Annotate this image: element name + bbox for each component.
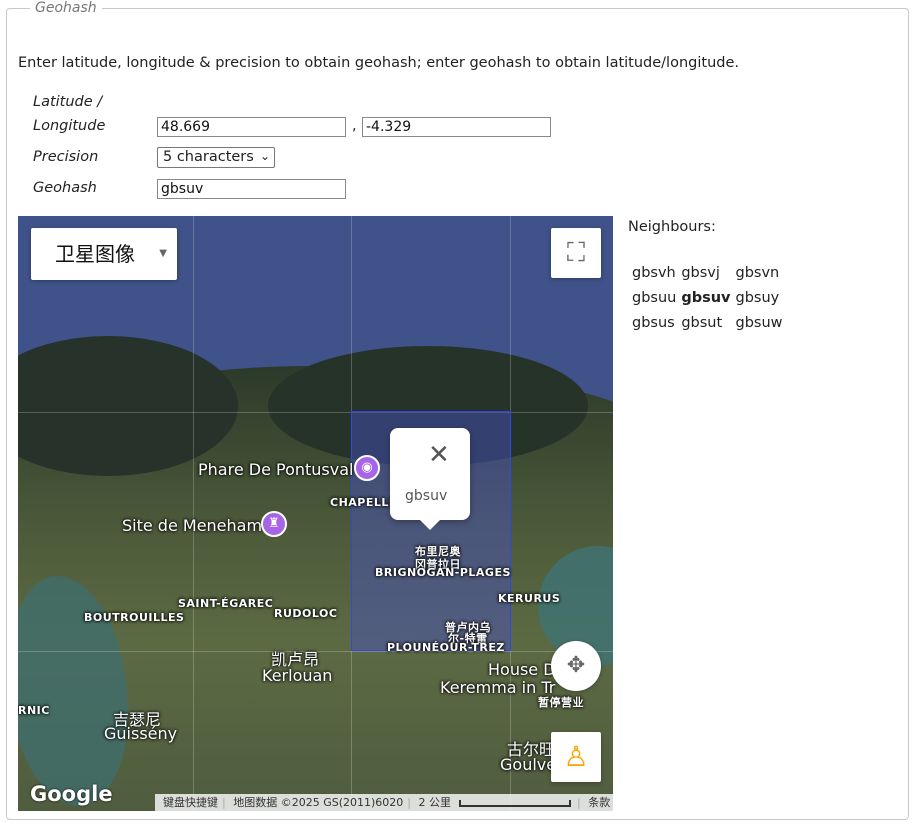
longitude-input[interactable]: -4.329 [362, 117, 551, 137]
caret-down-icon: ▼ [159, 248, 167, 259]
map-label-kerurus: KERURUS [498, 592, 561, 605]
neighbour-nw[interactable]: gbsvh [631, 265, 677, 281]
latlon-label-line1: Latitude / [33, 94, 103, 110]
map-type-label: 卫星图像 [55, 242, 135, 266]
fullscreen-button[interactable]: ⛶ [551, 228, 601, 278]
neighbour-center: gbsuv [681, 290, 731, 306]
latlon-separator: , [352, 118, 357, 134]
terms-link[interactable]: 条款 [584, 796, 613, 809]
map-label-guisseny: Guissény [104, 724, 178, 743]
grid-line [193, 216, 194, 811]
street-view-pegman[interactable]: ♙ [551, 732, 601, 782]
pan-control[interactable]: ✥ [551, 641, 601, 691]
keyboard-shortcuts-link[interactable]: 键盘快捷键 [159, 796, 222, 809]
map-label-closed: 暂停营业 [538, 696, 584, 709]
map[interactable]: Phare De Pontusval ◉ CHAPELLE Site de Me… [18, 216, 613, 811]
fieldset-legend: Geohash [30, 0, 102, 16]
map-label-rudoloc: RUDOLOC [274, 607, 338, 620]
intro-text: Enter latitude, longitude & precision to… [18, 55, 739, 71]
close-icon[interactable]: ✕ [428, 442, 450, 468]
map-label-rnic: RNIC [18, 704, 50, 717]
neighbour-ne[interactable]: gbsvn [735, 265, 784, 281]
move-arrows-icon: ✥ [566, 653, 586, 678]
pegman-icon: ♙ [563, 740, 589, 773]
chevron-down-icon: ⌄ [259, 149, 270, 163]
fullscreen-icon: ⛶ [566, 238, 586, 268]
map-label-goulven: Goulve [500, 755, 557, 774]
map-label-boutrouilles: BOUTROUILLES [84, 611, 185, 624]
neighbour-w[interactable]: gbsuu [631, 290, 677, 306]
castle-icon[interactable]: ♜ [261, 511, 287, 537]
neighbour-n[interactable]: gbsvj [680, 265, 731, 281]
neighbour-s[interactable]: gbsut [680, 315, 731, 331]
precision-label: Precision [33, 149, 99, 165]
map-label-brignogan: BRIGNOGAN-PLAGES [375, 566, 511, 579]
map-label-phare: Phare De Pontusval [198, 460, 354, 479]
map-label-chapelle: CHAPELLE [330, 496, 397, 509]
neighbour-se[interactable]: gbsuw [735, 315, 784, 331]
geohash-label: Geohash [33, 180, 97, 196]
scale-label[interactable]: 2 公里 [415, 796, 456, 809]
latlon-label-line2: Longitude [33, 118, 106, 134]
map-attribution: 键盘快捷键 | 地图数据 ©2025 GS(2011)6020 | 2 公里 | 条款 [155, 794, 613, 811]
neighbours-grid: gbsvh gbsvj gbsvn gbsuu gbsuv gbsuy gbsu… [628, 256, 787, 340]
map-type-button[interactable]: 卫星图像 ▼ [31, 228, 177, 280]
map-label-saint-egarec: SAINT-ÉGAREC [178, 597, 274, 610]
geohash-input[interactable]: gbsuv [157, 179, 346, 199]
info-popup: ✕ gbsuv [390, 428, 470, 530]
map-label-house: House D [488, 660, 556, 679]
scale-bar [459, 799, 572, 807]
neighbours-title: Neighbours: [628, 219, 716, 235]
camera-icon[interactable]: ◉ [354, 455, 380, 481]
map-label-kerlouan: Kerlouan [262, 666, 333, 685]
neighbour-sw[interactable]: gbsus [631, 315, 677, 331]
neighbour-e[interactable]: gbsuy [735, 290, 784, 306]
map-label-meneham: Site de Meneham [122, 516, 263, 535]
grid-line [18, 412, 613, 413]
map-label-plouneour: PLOUNÉOUR-TREZ [387, 641, 505, 654]
latitude-input[interactable]: 48.669 [157, 117, 346, 137]
precision-select[interactable]: 5 characters ⌄ [157, 147, 275, 168]
map-data-text: 地图数据 ©2025 GS(2011)6020 [233, 796, 404, 809]
precision-value: 5 characters [163, 149, 254, 165]
popup-text: gbsuv [405, 488, 448, 504]
google-logo: Google [30, 782, 113, 806]
